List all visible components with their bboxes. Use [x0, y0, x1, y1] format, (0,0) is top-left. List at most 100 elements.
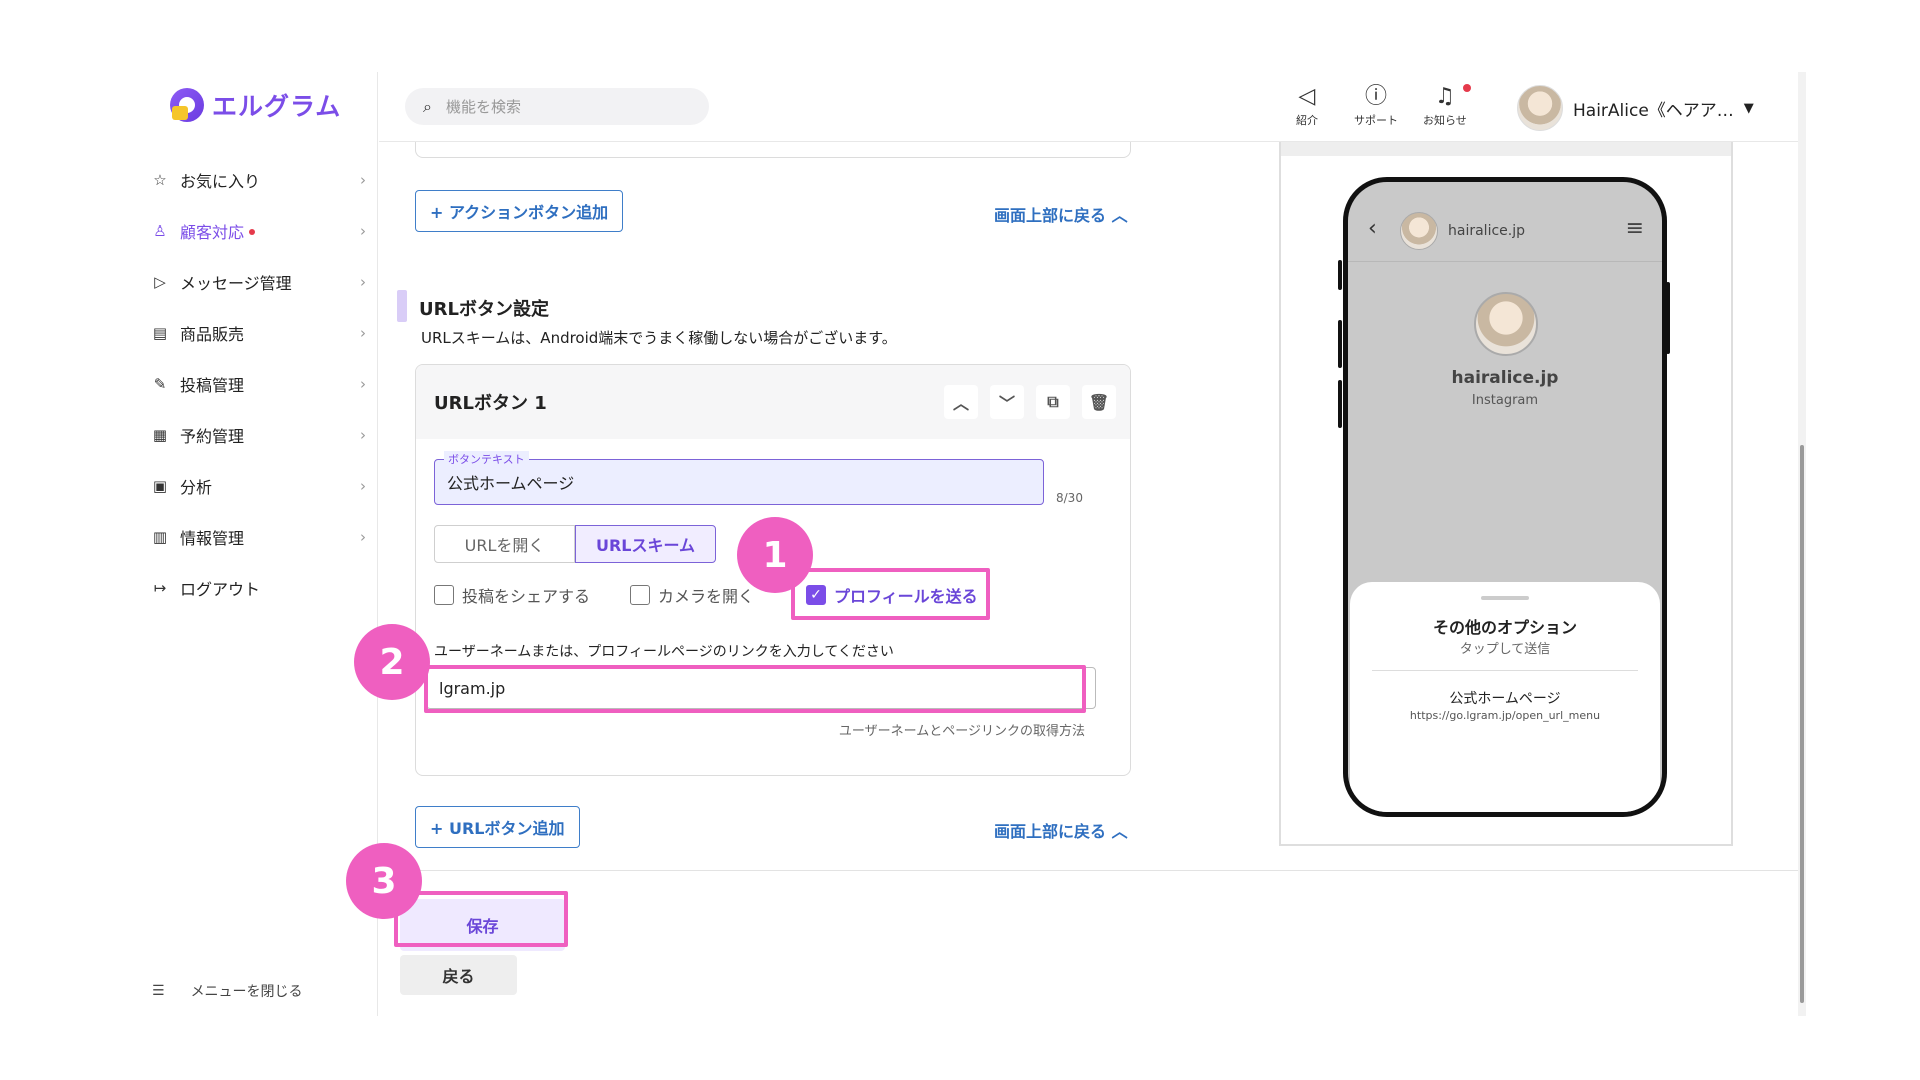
- highlight-send-profile: [791, 568, 990, 620]
- chevron-right-icon: ›: [360, 221, 366, 240]
- logo-text: エルグラム: [212, 92, 342, 121]
- support-button[interactable]: ⓘ サポート: [1354, 84, 1398, 128]
- star-icon: ☆: [153, 170, 167, 189]
- sidebar-item-customer[interactable]: ♙ 顧客対応 ›: [150, 205, 370, 256]
- add-action-button[interactable]: + アクションボタン追加: [415, 190, 624, 232]
- chevron-right-icon: ›: [360, 374, 366, 393]
- chevron-right-icon: ›: [360, 170, 366, 189]
- step-badge-2: 2: [354, 624, 430, 700]
- back-to-top-label: 画面上部に戻る: [994, 822, 1107, 841]
- back-arrow-icon: ‹: [1368, 216, 1377, 241]
- sidebar-item-label: ログアウト: [180, 579, 261, 599]
- intro-button[interactable]: ◁ 紹介: [1296, 84, 1318, 128]
- footer-divider: [379, 870, 1798, 871]
- sidebar-item-favorites[interactable]: ☆ お気に入り ›: [150, 154, 370, 205]
- url-scheme-option[interactable]: URLスキーム: [575, 525, 716, 563]
- back-button[interactable]: 戻る: [400, 955, 517, 995]
- user-menu[interactable]: HairAlice《ヘアア… ▼: [1517, 85, 1754, 131]
- notification-dot: [1462, 84, 1471, 92]
- sidebar-item-logout[interactable]: ↦ ログアウト: [150, 562, 370, 613]
- highlight-save-button: [394, 891, 568, 947]
- chevron-right-icon: ›: [360, 272, 366, 291]
- move-down-icon[interactable]: ﹀: [990, 385, 1024, 419]
- sidebar: エルグラム ☆ お気に入り › ♙ 顧客対応 › ▷ メッセージ管理 › ▤ 商…: [130, 72, 378, 1016]
- intro-label: 紹介: [1296, 114, 1318, 127]
- sheet-title: その他のオプション: [1432, 618, 1577, 637]
- sidebar-item-sales[interactable]: ▤ 商品販売 ›: [150, 307, 370, 358]
- card-tools: ︿ ﹀ ⧉ 🗑: [944, 385, 1116, 419]
- open-url-option[interactable]: URLを開く: [434, 525, 575, 563]
- search-icon: ⌕: [423, 96, 432, 116]
- sidebar-item-reservations[interactable]: ▦ 予約管理 ›: [150, 409, 370, 460]
- preview-topbar: [1281, 142, 1731, 156]
- preview-handle: hairalice.jp: [1448, 223, 1525, 239]
- sheet-divider: [1372, 670, 1638, 671]
- search-placeholder: 機能を検索: [445, 98, 521, 116]
- sidebar-item-messages[interactable]: ▷ メッセージ管理 ›: [150, 256, 370, 307]
- phone-button: [1338, 260, 1342, 290]
- back-to-top-link[interactable]: 画面上部に戻る ︿: [994, 202, 1128, 226]
- share-post-label: 投稿をシェアする: [462, 587, 591, 606]
- user-icon: ♙: [153, 221, 167, 240]
- notifications-button[interactable]: ♫ お知らせ: [1423, 84, 1471, 128]
- move-up-icon[interactable]: ︿: [944, 385, 978, 419]
- sidebar-item-label: 分析: [180, 477, 213, 497]
- back-to-top-link-2[interactable]: 画面上部に戻る ︿: [994, 818, 1128, 842]
- logout-icon: ↦: [153, 578, 167, 597]
- sheet-item-title: 公式ホームページ: [1449, 691, 1561, 707]
- sidebar-item-label: 予約管理: [180, 426, 245, 446]
- help-icon: ⓘ: [1364, 84, 1387, 109]
- support-label: サポート: [1354, 114, 1398, 127]
- sidebar-item-label: 商品販売: [180, 324, 245, 344]
- sidebar-item-label: メッセージ管理: [180, 273, 292, 293]
- chevron-right-icon: ›: [360, 527, 366, 546]
- phone-button: [1338, 380, 1342, 428]
- sidebar-item-info[interactable]: ▥ 情報管理 ›: [150, 511, 370, 562]
- logo-icon: [170, 88, 204, 122]
- card-header: URLボタン 1 ︿ ﹀ ⧉ 🗑: [416, 365, 1130, 439]
- section-accent: [397, 290, 407, 322]
- trash-icon[interactable]: 🗑: [1082, 385, 1116, 419]
- phone-mockup: ‹ hairalice.jp ≡ hairalice.jp Instagram …: [1343, 177, 1667, 817]
- scrollbar-thumb[interactable]: [1800, 445, 1804, 1003]
- sidebar-item-label: 投稿管理: [180, 375, 245, 395]
- top-header: ⌕ 機能を検索 ◁ 紹介 ⓘ サポート ♫ お知らせ HairAlice《ヘアア…: [379, 72, 1798, 142]
- close-menu-label: メニューを閉じる: [190, 984, 303, 1000]
- sheet-item-url: https://go.lgram.jp/open_url_menu: [1409, 709, 1601, 722]
- profile-name: hairalice.jp: [1451, 368, 1559, 388]
- close-menu-button[interactable]: ☰ メニューを閉じる: [152, 981, 303, 1001]
- help-link[interactable]: ユーザーネームとページリンクの取得方法: [839, 720, 1085, 739]
- phone-button: [1338, 320, 1342, 368]
- previous-card: [415, 142, 1131, 158]
- user-name: HairAlice《ヘアア…: [1573, 100, 1734, 121]
- sidebar-item-label: お気に入り: [180, 171, 261, 191]
- sheet-subtitle: タップして送信: [1459, 642, 1551, 657]
- logo[interactable]: エルグラム: [170, 87, 341, 123]
- step-badge-3: 3: [346, 843, 422, 919]
- profile-avatar: [1474, 292, 1538, 356]
- open-camera-label: カメラを開く: [658, 587, 755, 606]
- sidebar-item-label: 情報管理: [180, 528, 245, 548]
- username-hint: ユーザーネームまたは、プロフィールページのリンクを入力してください: [434, 644, 894, 660]
- add-url-button[interactable]: + URLボタン追加: [415, 806, 580, 848]
- chevron-up-icon: ︿: [1111, 206, 1128, 225]
- section-title: URLボタン設定: [419, 299, 549, 320]
- menu-collapse-icon: ☰: [152, 983, 165, 999]
- copy-icon[interactable]: ⧉: [1036, 385, 1070, 419]
- sidebar-item-posts[interactable]: ✎ 投稿管理 ›: [150, 358, 370, 409]
- search-input[interactable]: ⌕ 機能を検索: [405, 88, 709, 125]
- hamburger-icon: ≡: [1625, 216, 1644, 241]
- checkbox-unchecked-icon: [630, 585, 650, 605]
- report-icon: ▣: [152, 476, 168, 495]
- url-mode-toggle: URLを開く URLスキーム: [434, 525, 716, 563]
- avatar: [1517, 85, 1563, 131]
- options-sheet: その他のオプション タップして送信 公式ホームページ https://go.lg…: [1350, 582, 1660, 812]
- sidebar-item-label: 顧客対応: [180, 222, 245, 242]
- chart-icon: ▥: [152, 527, 168, 546]
- back-to-top-label: 画面上部に戻る: [994, 206, 1107, 225]
- sidebar-item-analytics[interactable]: ▣ 分析 ›: [150, 460, 370, 511]
- notification-dot: [249, 228, 256, 235]
- bell-icon: ♫: [1435, 84, 1455, 109]
- open-camera-checkbox[interactable]: カメラを開く: [630, 583, 754, 607]
- share-post-checkbox[interactable]: 投稿をシェアする: [434, 583, 590, 607]
